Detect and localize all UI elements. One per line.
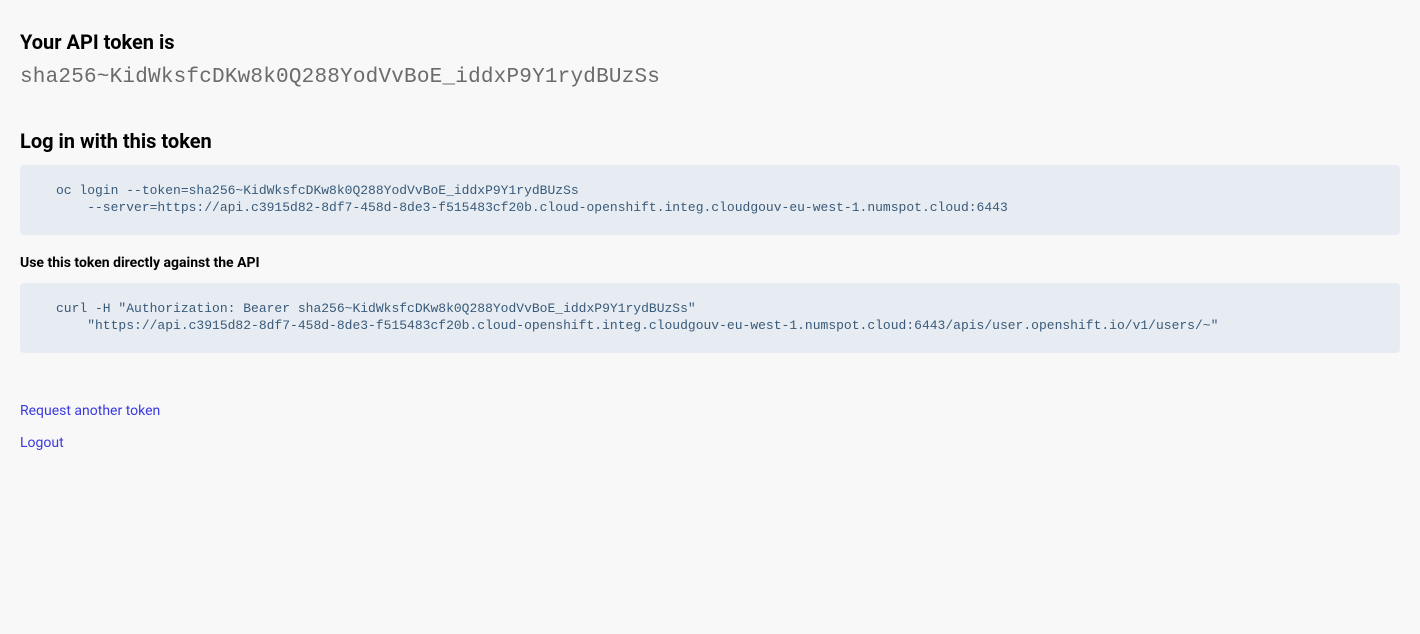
request-another-token-link[interactable]: Request another token [20,403,1400,419]
token-value: sha256~KidWksfcDKw8k0Q288YodVvBoE_iddxP9… [20,66,1400,89]
curl-command-block: curl -H "Authorization: Bearer sha256~Ki… [20,283,1400,353]
login-command-block: oc login --token=sha256~KidWksfcDKw8k0Q2… [20,165,1400,235]
token-label-heading: Your API token is [20,30,1400,54]
logout-link[interactable]: Logout [20,435,1400,451]
links-section: Request another token Logout [20,403,1400,451]
login-heading: Log in with this token [20,129,1400,153]
api-heading: Use this token directly against the API [20,255,1400,271]
